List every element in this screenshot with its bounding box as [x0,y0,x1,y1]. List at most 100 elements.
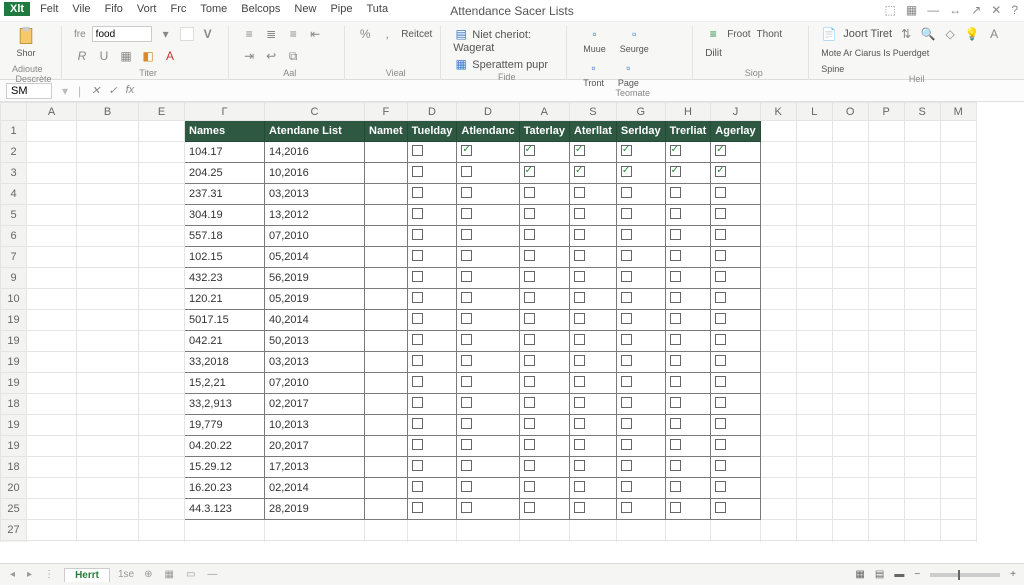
cell[interactable] [711,184,760,205]
cell[interactable] [365,205,408,226]
cell[interactable] [868,247,904,268]
checkbox-cell[interactable] [461,418,472,429]
cell[interactable]: 40,2014 [265,310,365,331]
align-center-icon[interactable]: ≣ [263,26,279,42]
checkbox-cell[interactable] [670,271,681,282]
checkbox-cell[interactable] [574,397,585,408]
column-header[interactable]: E [139,103,185,121]
cell[interactable] [868,478,904,499]
cell[interactable]: 13,2012 [265,205,365,226]
column-header[interactable]: C [265,103,365,121]
sheet-icon-2[interactable]: ▭ [184,569,197,580]
cell[interactable] [407,310,457,331]
checkbox-cell[interactable] [670,292,681,303]
cell[interactable] [365,268,408,289]
cell[interactable] [665,373,711,394]
cell[interactable] [796,289,832,310]
checkbox-cell[interactable] [574,502,585,513]
cell[interactable] [832,541,868,543]
checkbox-cell[interactable] [621,229,632,240]
checkbox-cell[interactable] [621,187,632,198]
cell[interactable] [519,457,569,478]
cell[interactable] [940,226,976,247]
cell[interactable]: 557.18 [185,226,265,247]
row-header[interactable]: 19 [1,415,27,436]
row-header[interactable]: 10 [1,289,27,310]
editing-button[interactable]: Dilit [705,48,722,59]
cell[interactable] [365,457,408,478]
cell[interactable]: 44.3.123 [185,499,265,520]
checkbox-cell[interactable] [621,145,632,156]
cell[interactable] [665,415,711,436]
cell[interactable] [519,289,569,310]
cell[interactable] [940,499,976,520]
cell[interactable] [796,205,832,226]
menu-tab[interactable]: New [294,3,316,15]
cell[interactable] [569,289,616,310]
cell[interactable]: 02,2014 [265,478,365,499]
cell[interactable] [139,163,185,184]
cell[interactable]: 102.15 [185,247,265,268]
cell[interactable]: Atendane List [265,121,365,142]
checkbox-cell[interactable] [715,334,726,345]
cell[interactable] [904,373,940,394]
cell[interactable] [711,520,760,541]
checkbox-cell[interactable] [574,145,585,156]
cell[interactable] [760,436,796,457]
cell[interactable] [796,163,832,184]
cell[interactable] [760,352,796,373]
cell[interactable] [616,352,665,373]
cell[interactable] [711,226,760,247]
cell[interactable]: 04.20.22 [185,436,265,457]
checkbox-cell[interactable] [715,187,726,198]
cell[interactable] [139,331,185,352]
checkbox-cell[interactable] [461,145,472,156]
checkbox-cell[interactable] [574,460,585,471]
cell[interactable]: Namet [365,121,408,142]
cell[interactable] [77,121,139,142]
checkbox-cell[interactable] [715,208,726,219]
checkbox-cell[interactable] [412,376,423,387]
cell[interactable] [940,478,976,499]
cell[interactable] [760,373,796,394]
column-header[interactable]: J [711,103,760,121]
checkbox-cell[interactable] [524,334,535,345]
checkbox-cell[interactable] [670,166,681,177]
checkbox-cell[interactable] [621,250,632,261]
cell[interactable] [27,373,77,394]
cell[interactable] [665,457,711,478]
checkbox-cell[interactable] [412,187,423,198]
cell[interactable] [616,142,665,163]
cell[interactable] [711,499,760,520]
cell[interactable]: 33,2,913 [185,394,265,415]
cell[interactable] [665,226,711,247]
cell[interactable] [832,289,868,310]
sheet-tab-active[interactable]: Herrt [64,568,110,582]
row-header[interactable]: 2 [1,142,27,163]
cell[interactable] [711,373,760,394]
cell[interactable] [832,247,868,268]
cell[interactable]: 17,2013 [265,457,365,478]
cell[interactable] [616,247,665,268]
cell[interactable] [139,541,185,543]
find-icon[interactable]: 🔍 [920,26,936,42]
checkbox-cell[interactable] [574,481,585,492]
cell[interactable] [760,457,796,478]
cell[interactable]: 120.21 [185,289,265,310]
row-header[interactable]: 5 [1,205,27,226]
cell[interactable] [796,520,832,541]
checkbox-cell[interactable] [670,355,681,366]
cells-button[interactable]: ▫Muue [579,26,610,54]
column-header[interactable]: L [796,103,832,121]
cell[interactable] [519,478,569,499]
cell[interactable] [519,205,569,226]
checkbox-cell[interactable] [621,397,632,408]
cell[interactable] [940,457,976,478]
cell[interactable]: 15.29.12 [185,457,265,478]
cell[interactable] [27,142,77,163]
cell[interactable] [940,268,976,289]
checkbox-cell[interactable] [715,418,726,429]
checkbox-cell[interactable] [715,145,726,156]
cell[interactable] [616,394,665,415]
cell[interactable]: Names [185,121,265,142]
